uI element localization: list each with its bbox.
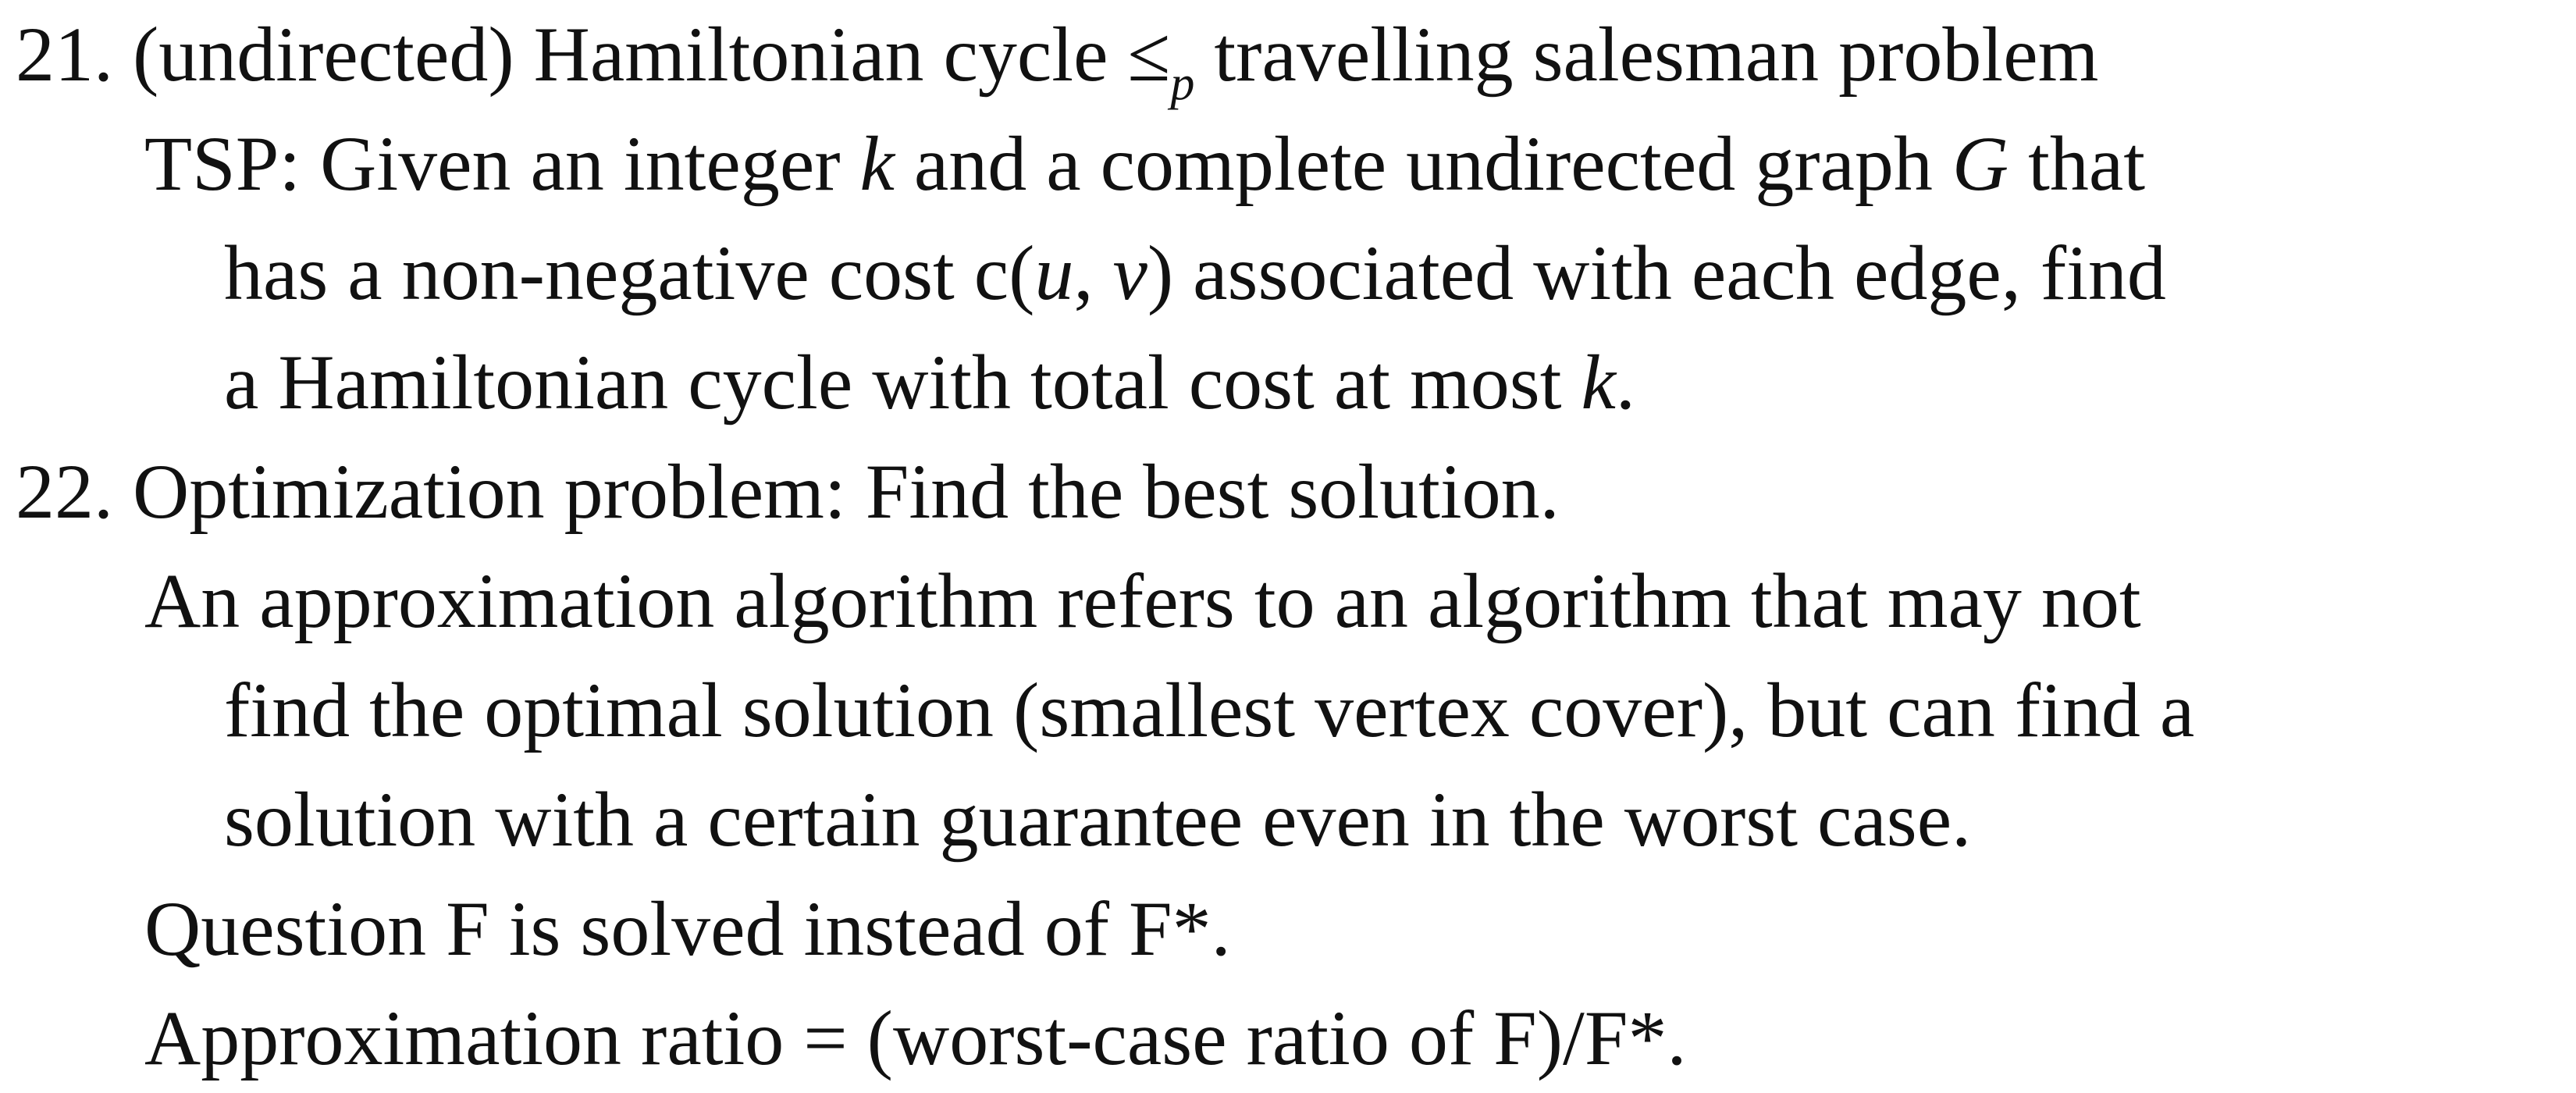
approximation-ratio-line: Approximation ratio = (worst-case ratio … xyxy=(144,995,1687,1081)
math-k: k xyxy=(859,120,895,207)
math-u: u xyxy=(1034,230,1074,316)
text-run: and a complete undirected graph xyxy=(894,120,1952,207)
text-run: that xyxy=(2008,120,2146,207)
reduction-subscript: p xyxy=(1170,57,1195,110)
item-title-after: travelling salesman problem xyxy=(1194,11,2099,98)
math-G: G xyxy=(1952,120,2009,207)
text-run: has a non-negative cost c( xyxy=(224,230,1035,316)
item-22-heading: 22. Optimization problem: Find the best … xyxy=(16,437,1560,546)
approx-definition-line-2: find the optimal solution (smallest vert… xyxy=(224,667,2195,753)
tsp-definition-line-2: has a non-negative cost c(u, v) associat… xyxy=(224,219,2166,328)
question-line: Question F is solved instead of F*. xyxy=(144,885,1231,972)
item-21-heading: 21. (undirected) Hamiltonian cycle ≤p tr… xyxy=(16,0,2098,109)
document-page: 21. (undirected) Hamiltonian cycle ≤p tr… xyxy=(0,0,2576,1093)
approx-definition-line-3: solution with a certain guarantee even i… xyxy=(224,776,1972,863)
tsp-definition-line-1: TSP: Given an integer k and a complete u… xyxy=(144,109,2145,219)
text-run: ) associated with each edge, find xyxy=(1147,230,2166,316)
tsp-definition-line-3: a Hamiltonian cycle with total cost at m… xyxy=(224,328,1635,437)
item-title-before: (undirected) Hamiltonian cycle ≤ xyxy=(133,11,1171,98)
math-k: k xyxy=(1581,339,1616,425)
text-run: . xyxy=(1615,339,1635,425)
approx-definition-line-1: An approximation algorithm refers to an … xyxy=(144,557,2141,644)
item-number: 22. xyxy=(16,448,113,535)
text-run: a Hamiltonian cycle with total cost at m… xyxy=(224,339,1582,425)
text-run: TSP: Given an integer xyxy=(144,120,860,207)
item-number: 21. xyxy=(16,11,113,98)
text-run: , xyxy=(1073,230,1113,316)
math-v: v xyxy=(1112,230,1147,316)
item-title: Optimization problem: Find the best solu… xyxy=(133,448,1560,535)
